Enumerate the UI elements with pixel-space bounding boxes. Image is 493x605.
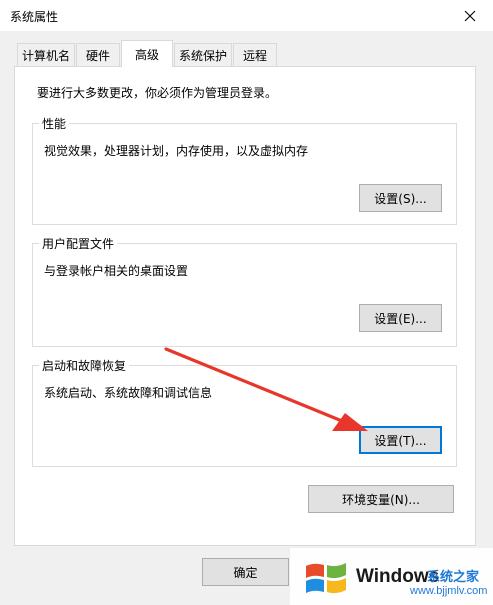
- performance-label: 性能: [39, 115, 70, 132]
- startup-recovery-group: 启动和故障恢复 系统启动、系统故障和调试信息 设置(T)...: [32, 357, 457, 467]
- admin-notice: 要进行大多数更改，你必须作为管理员登录。: [37, 86, 278, 100]
- user-profiles-description: 与登录帐户相关的桌面设置: [44, 264, 189, 278]
- close-button[interactable]: [447, 0, 493, 31]
- tab-hardware[interactable]: 硬件: [76, 43, 120, 66]
- startup-recovery-description: 系统启动、系统故障和调试信息: [44, 386, 213, 400]
- tab-remote[interactable]: 远程: [233, 43, 277, 66]
- window-title: 系统属性: [10, 10, 59, 24]
- tab-advanced[interactable]: 高级: [121, 40, 173, 67]
- startup-recovery-label: 启动和故障恢复: [39, 357, 130, 374]
- ok-button[interactable]: 确定: [202, 558, 289, 586]
- user-profiles-group: 用户配置文件 与登录帐户相关的桌面设置 设置(E)...: [32, 235, 457, 347]
- user-profiles-settings-button[interactable]: 设置(E)...: [359, 304, 442, 332]
- windows-logo-icon: [306, 563, 346, 594]
- watermark-brand-cn: 系统之家: [427, 570, 480, 585]
- user-profiles-label: 用户配置文件: [39, 235, 118, 252]
- tab-computer-name[interactable]: 计算机名: [17, 43, 75, 66]
- performance-group: 性能 视觉效果，处理器计划，内存使用，以及虚拟内存 设置(S)...: [32, 115, 457, 225]
- tab-system-protection[interactable]: 系统保护: [174, 43, 232, 66]
- close-icon: [464, 10, 476, 21]
- system-properties-dialog: 系统属性 计算机名 硬件 高级 系统保护 远程 要进行大多数更改，你必须作为管理…: [0, 0, 493, 605]
- title-bar: 系统属性: [0, 0, 493, 31]
- advanced-tab-panel: 要进行大多数更改，你必须作为管理员登录。 性能 视觉效果，处理器计划，内存使用，…: [14, 66, 476, 546]
- watermark-url: www.bjjmlv.com: [410, 585, 488, 597]
- performance-description: 视觉效果，处理器计划，内存使用，以及虚拟内存: [44, 144, 309, 158]
- startup-recovery-settings-button[interactable]: 设置(T)...: [359, 426, 442, 454]
- performance-settings-button[interactable]: 设置(S)...: [359, 184, 442, 212]
- environment-variables-button[interactable]: 环境变量(N)...: [308, 485, 454, 513]
- watermark: Windows 系统之家 www.bjjmlv.com: [290, 548, 493, 605]
